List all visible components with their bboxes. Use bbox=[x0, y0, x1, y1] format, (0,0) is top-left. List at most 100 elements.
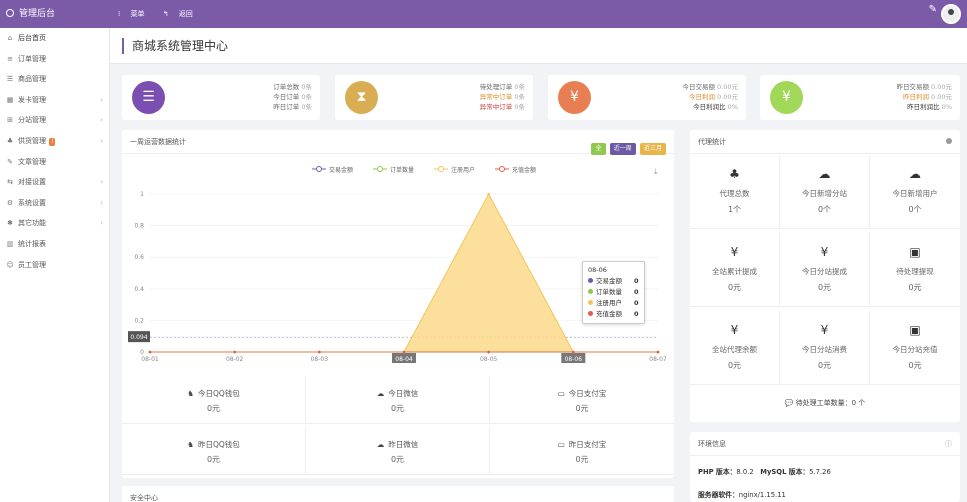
sidebar-item[interactable]: ⌂ 后台首页 bbox=[0, 28, 109, 49]
agent-stat-label: 代理总数 bbox=[719, 189, 750, 198]
tooltip-row: 充值金额 0 bbox=[588, 309, 639, 320]
chart-tooltip: 08-06 交易金额 0 订单数量 0 注册用户 0 充值金额 0 bbox=[582, 261, 645, 324]
tooltip-dot bbox=[588, 300, 593, 305]
sidebar-item[interactable]: ✱ 其它功能 ‹ bbox=[0, 213, 109, 234]
stat-line: 昨日利润比 0% bbox=[896, 102, 952, 112]
data-point[interactable] bbox=[148, 350, 152, 354]
stat-lines: 今日交易额 0.00元 今日利润 0.00元 今日利润比 0% bbox=[682, 82, 738, 112]
chevron-left-icon: ‹ bbox=[100, 116, 103, 125]
legend-marker bbox=[499, 166, 505, 172]
sidebar-item-label: 订单管理 bbox=[18, 54, 46, 63]
agent-stat-label: 今日分站提成 bbox=[802, 267, 847, 276]
data-point[interactable] bbox=[656, 350, 660, 354]
stat-line-unit: % bbox=[731, 103, 738, 111]
system-panel-header: 环境信息 ⓘ bbox=[690, 432, 960, 456]
stat-line-unit: 条 bbox=[305, 93, 313, 101]
tooltip-label: 注册用户 bbox=[596, 299, 622, 307]
download-icon[interactable]: ⤓ bbox=[654, 167, 658, 176]
agent-panel-header: 代理统计 bbox=[690, 130, 960, 154]
stat-line-label: 异常中订单 bbox=[479, 103, 513, 111]
sitemap-icon: ♣ bbox=[729, 167, 740, 181]
y-tick-label: 0 bbox=[140, 349, 144, 356]
payment-stat-value: 0元 bbox=[206, 404, 221, 413]
sidebar-item-label: 对接设置 bbox=[18, 178, 46, 187]
agent-stat-value: 0元 bbox=[908, 361, 922, 370]
data-point[interactable] bbox=[487, 192, 490, 196]
agent-stat-value: 0元 bbox=[817, 361, 832, 370]
qq-icon: ♞ bbox=[187, 440, 194, 449]
tooltip-label: 充值金额 bbox=[596, 310, 622, 318]
card-icon: ▭ bbox=[557, 440, 565, 449]
x-tick-label: 08-01 bbox=[141, 356, 159, 363]
y-tick-label: 1 bbox=[140, 191, 144, 198]
sidebar-item[interactable]: ≡ 订单管理 bbox=[0, 49, 109, 70]
sidebar-item[interactable]: ☺ 员工管理 bbox=[0, 255, 109, 276]
stat-line-unit: 条 bbox=[305, 83, 313, 91]
back-icon: ↰ bbox=[162, 10, 171, 18]
payment-stat-text: 今日QQ钱包 bbox=[197, 389, 240, 398]
menu-toggle-button[interactable]: ⁞ 菜单 bbox=[118, 10, 152, 18]
stat-line: 今日交易额 0.00元 bbox=[682, 82, 738, 92]
x-tick-label: 08-07 bbox=[649, 356, 667, 363]
sidebar-item[interactable]: ▥ 统计报表 bbox=[0, 234, 109, 255]
avatar[interactable] bbox=[941, 4, 961, 24]
sidebar-item[interactable]: ⊞ 分站管理 ‹ bbox=[0, 110, 109, 131]
agent-stat-value: 0个 bbox=[908, 205, 922, 214]
legend-item[interactable]: 交易金额 bbox=[312, 166, 353, 174]
tooltip-value: 0 bbox=[634, 277, 639, 285]
sidebar-item-label: 供货管理 bbox=[18, 136, 46, 145]
legend-item[interactable]: 订单数量 bbox=[373, 166, 414, 174]
payment-stat-value: 0元 bbox=[575, 404, 589, 413]
y-tick-label: 0.6 bbox=[134, 254, 144, 261]
stat-line-unit: 元 bbox=[945, 83, 953, 91]
legend-item[interactable]: 注册用户 bbox=[434, 166, 475, 174]
payment-stat-text: 昨日微信 bbox=[388, 440, 419, 449]
legend-item[interactable]: 充值金额 bbox=[495, 166, 536, 174]
data-point[interactable] bbox=[233, 350, 236, 354]
payment-stat-text: 昨日支付宝 bbox=[568, 440, 607, 449]
agent-stat: ☁ 今日新增分站 0个 bbox=[780, 155, 870, 229]
agent-stat-value: 0元 bbox=[817, 283, 832, 292]
data-point[interactable] bbox=[318, 350, 321, 354]
agent-stat-value: 0元 bbox=[727, 283, 742, 292]
agent-stat: ▣ 待处理提现 0元 bbox=[870, 233, 960, 307]
agent-stat: ▣ 今日分站充值 0元 bbox=[870, 311, 960, 385]
sidebar-item[interactable]: ⚙ 系统设置 ‹ bbox=[0, 193, 109, 214]
wrench-icon[interactable]: ✎ bbox=[929, 4, 937, 15]
hourglass-icon: ⧗ bbox=[345, 81, 378, 114]
chart-panel-header: 一周运营数据统计 全 近一周 近三月 bbox=[122, 130, 674, 155]
agent-stat-label: 全站累计提成 bbox=[712, 267, 757, 276]
stat-line: 今日利润比 0% bbox=[682, 102, 738, 112]
sidebar-item[interactable]: ♣ 供货管理! ‹ bbox=[0, 131, 109, 152]
security-panel: 安全中心 bbox=[122, 486, 674, 502]
sidebar-item[interactable]: ✎ 文章管理 bbox=[0, 152, 109, 173]
wechat-icon: ☁ bbox=[376, 389, 385, 398]
menu-icon: ⁞ bbox=[118, 10, 123, 18]
agent-stat-value: 0个 bbox=[817, 205, 832, 214]
link-icon: ⇆ bbox=[7, 178, 13, 187]
data-point[interactable] bbox=[487, 350, 490, 354]
data-point[interactable] bbox=[402, 350, 406, 354]
yen-icon: ¥ bbox=[558, 81, 591, 114]
ticket-count[interactable]: 💬 待处理工单数量：0 个 bbox=[690, 398, 960, 408]
list-icon: ≡ bbox=[7, 54, 13, 63]
sidebar-item[interactable]: ⇆ 对接设置 ‹ bbox=[0, 172, 109, 193]
payment-stat: ▭ 今日支付宝 0元 bbox=[490, 376, 674, 424]
stat-line-unit: 条 bbox=[305, 103, 313, 111]
stat-card: ¥ 今日交易额 0.00元 今日利润 0.00元 今日利润比 0% bbox=[548, 75, 746, 120]
stat-line-unit: 条 bbox=[518, 93, 526, 101]
sidebar-item[interactable]: ▦ 发卡管理 ‹ bbox=[0, 90, 109, 111]
chart-panel: 一周运营数据统计 全 近一周 近三月 交易金额 订单数量 注册用户 充值金额 ⤓ 0 0.2… bbox=[122, 130, 674, 478]
brand[interactable]: 管理后台 bbox=[0, 0, 110, 28]
brand-icon bbox=[6, 9, 14, 17]
sidebar-item-label: 后台首页 bbox=[18, 34, 46, 42]
stat-line-value: 0.00 bbox=[717, 83, 732, 91]
data-point[interactable] bbox=[572, 350, 575, 354]
stat-line-unit: 条 bbox=[518, 83, 526, 91]
stat-line-label: 今日交易额 bbox=[682, 83, 715, 91]
sidebar-item[interactable]: ☰ 商品管理 bbox=[0, 69, 109, 90]
agent-stat-label: 今日分站充值 bbox=[892, 345, 938, 354]
stat-lines: 待处理订单 0条 异常中订单 0条 异常中订单 0条 bbox=[480, 82, 525, 112]
back-button[interactable]: ↰ 返回 bbox=[163, 10, 201, 18]
payment-stat: ♞ 昨日QQ钱包 0元 bbox=[122, 427, 306, 475]
